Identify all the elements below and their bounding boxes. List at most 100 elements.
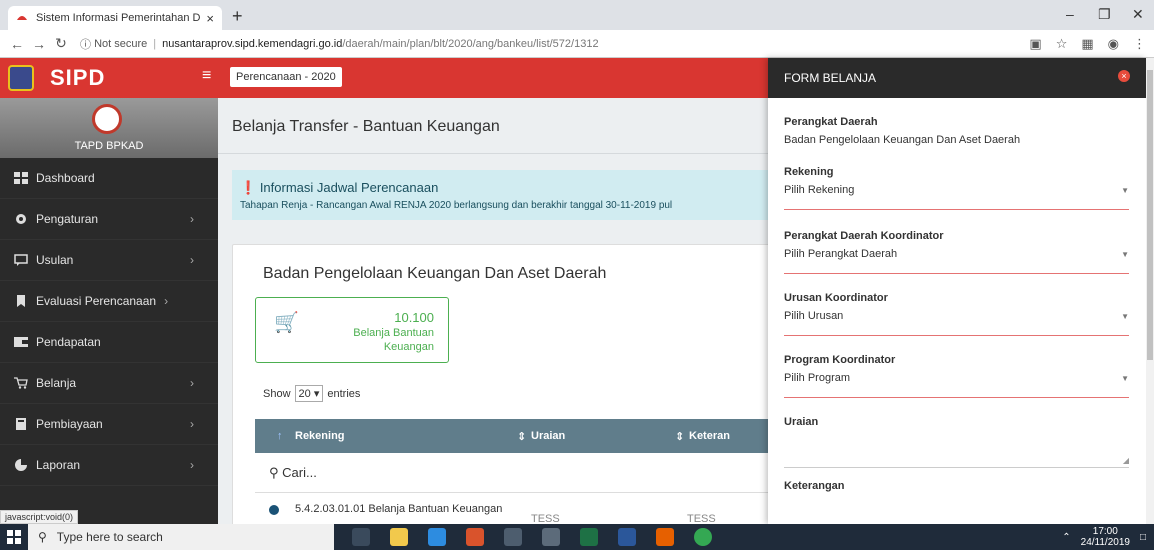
new-tab-button[interactable]: + xyxy=(232,6,243,27)
row-info-icon[interactable] xyxy=(269,505,279,515)
omnibox[interactable]: ⓘ Not secure | nusantaraprov.sipd.kemend… xyxy=(80,36,599,52)
field-label: Perangkat Daerah xyxy=(784,116,878,128)
page-title: Belanja Transfer - Bantuan Keuangan xyxy=(218,98,768,154)
info-alert: ❗ Informasi Jadwal Perencanaan Tahapan R… xyxy=(232,170,768,220)
form-scrollbar[interactable] xyxy=(1146,58,1154,524)
column-header-rekening[interactable]: Rekening xyxy=(295,430,345,442)
sidebar-item-pengaturan[interactable]: Pengaturan › xyxy=(0,199,218,240)
back-icon[interactable]: ← xyxy=(6,36,28,52)
reload-icon[interactable]: ↻ xyxy=(50,35,72,52)
profile-panel: TAPD BPKAD xyxy=(0,98,218,158)
sidebar-item-pembiayaan[interactable]: Pembiayaan › xyxy=(0,404,218,445)
sort-asc-icon[interactable]: ↑ xyxy=(277,430,283,442)
bookmark-star-icon[interactable]: ☆ xyxy=(1056,36,1068,52)
stat-box[interactable]: 🛒 10.100 Belanja Bantuan Keuangan xyxy=(255,297,449,363)
chevron-right-icon: › xyxy=(164,294,169,308)
wallet-icon xyxy=(14,337,28,347)
cart-icon xyxy=(14,377,28,389)
browser-toolbar: ▣ ☆ ▦ ◉ ⋮ xyxy=(1029,36,1146,52)
uraian-textarea[interactable]: ◢ xyxy=(784,434,1129,468)
keterangan-textarea[interactable] xyxy=(784,498,1129,524)
rekening-select[interactable]: Pilih Rekening ▼ xyxy=(784,184,1129,210)
close-icon[interactable]: × xyxy=(1118,70,1130,82)
field-pd-koordinator: Perangkat Daerah Koordinator Pilih Peran… xyxy=(784,230,1129,274)
brand-header[interactable]: SIPD xyxy=(0,58,218,98)
column-header-uraian[interactable]: Uraian xyxy=(531,430,565,442)
dashboard-icon xyxy=(14,172,28,184)
clock[interactable]: 17:00 24/11/2019 xyxy=(1081,526,1130,548)
file-explorer-icon[interactable] xyxy=(390,528,408,546)
sidebar-menu: Dashboard Pengaturan › Usulan › Evaluasi… xyxy=(0,158,218,486)
window-close-icon[interactable]: ✕ xyxy=(1132,6,1144,23)
table-search-row[interactable]: ⚲ Cari... xyxy=(255,453,768,493)
column-header-keterangan[interactable]: Keteran xyxy=(689,430,730,442)
taskbar-search-placeholder: Type here to search xyxy=(56,530,163,544)
field-urusan-koordinator: Urusan Koordinator Pilih Urusan ▼ xyxy=(784,292,1129,336)
taskbar-search[interactable]: ⚲ Type here to search xyxy=(28,524,334,550)
avatar[interactable] xyxy=(92,104,122,134)
entries-select[interactable]: 20 ▾ xyxy=(294,385,324,402)
sort-icon[interactable]: ⇕ xyxy=(517,430,526,443)
windows-taskbar: ⚲ Type here to search ⌃ 17:00 24/11/2019… xyxy=(0,524,1154,550)
sidebar-item-evaluasi[interactable]: Evaluasi Perencanaan › xyxy=(0,281,218,322)
period-button[interactable]: Perencanaan - 2020 xyxy=(230,67,342,87)
store-icon[interactable] xyxy=(504,528,522,546)
form-header: FORM BELANJA × xyxy=(768,58,1146,98)
mail-icon[interactable] xyxy=(542,528,560,546)
comment-icon xyxy=(14,254,28,266)
program-select[interactable]: Pilih Program ▼ xyxy=(784,372,1129,398)
pd-koordinator-select[interactable]: Pilih Perangkat Daerah ▼ xyxy=(784,248,1129,274)
sidebar-item-usulan[interactable]: Usulan › xyxy=(0,240,218,281)
windows-start-icon[interactable] xyxy=(6,529,22,545)
sidebar-item-dashboard[interactable]: Dashboard xyxy=(0,158,218,199)
content-card: Badan Pengelolaan Keuangan Dan Aset Daer… xyxy=(232,244,768,524)
table-row[interactable]: 5.4.2.03.01.01 Belanja Bantuan Keuangan … xyxy=(255,495,768,524)
field-label: Program Koordinator xyxy=(784,354,896,366)
profile-icon[interactable]: ◉ xyxy=(1108,36,1119,52)
menu-dots-icon[interactable]: ⋮ xyxy=(1133,36,1146,52)
notification-icon[interactable]: □ xyxy=(1140,532,1146,543)
sort-icon[interactable]: ⇕ xyxy=(675,430,684,443)
forward-icon[interactable]: → xyxy=(28,36,50,52)
logo-icon xyxy=(8,65,34,91)
task-view-icon[interactable] xyxy=(352,528,370,546)
tray-expand-icon[interactable]: ⌃ xyxy=(1062,532,1070,543)
caret-down-icon: ▼ xyxy=(1121,374,1129,383)
sidebar-item-pendapatan[interactable]: Pendapatan xyxy=(0,322,218,363)
tab-close-icon[interactable]: × xyxy=(206,11,214,26)
omnibox-divider: | xyxy=(153,37,157,50)
resize-grip-icon[interactable]: ◢ xyxy=(1123,456,1129,465)
powerpoint-icon[interactable] xyxy=(466,528,484,546)
select-value: Pilih Rekening xyxy=(784,184,855,196)
stat-value: 10.100 xyxy=(394,310,434,325)
field-label: Uraian xyxy=(784,416,819,428)
chevron-right-icon: › xyxy=(190,376,194,390)
brand-name: SIPD xyxy=(50,65,106,90)
site-favicon-icon xyxy=(17,16,27,20)
word-icon[interactable] xyxy=(618,528,636,546)
edge-icon[interactable] xyxy=(428,528,446,546)
chrome-icon[interactable] xyxy=(694,528,712,546)
search-input[interactable]: Cari... xyxy=(282,465,317,480)
minimize-icon[interactable]: – xyxy=(1066,6,1074,22)
address-bar: ← → ↻ ⓘ Not secure | nusantaraprov.sipd.… xyxy=(0,30,1154,58)
show-entries: Show 20 ▾ entries xyxy=(263,385,360,402)
sidebar-item-belanja[interactable]: Belanja › xyxy=(0,363,218,404)
browser-tab[interactable]: Sistem Informasi Pemerintahan D × xyxy=(8,6,222,30)
sidebar-item-laporan[interactable]: Laporan › xyxy=(0,445,218,486)
restore-icon[interactable]: ❐ xyxy=(1098,6,1111,23)
clock-time: 17:00 xyxy=(1092,526,1118,537)
extension-icon[interactable]: ▦ xyxy=(1081,36,1093,52)
urusan-select[interactable]: Pilih Urusan ▼ xyxy=(784,310,1129,336)
info-icon[interactable]: ⓘ xyxy=(80,36,94,52)
translate-icon[interactable]: ▣ xyxy=(1029,36,1041,52)
scrollbar-thumb[interactable] xyxy=(1147,70,1153,360)
excel-icon[interactable] xyxy=(580,528,598,546)
taskbar-apps xyxy=(352,528,712,546)
clock-date: 24/11/2019 xyxy=(1080,537,1130,548)
firefox-icon[interactable] xyxy=(656,528,674,546)
chevron-right-icon: › xyxy=(190,212,194,226)
hamburger-icon[interactable]: ≡ xyxy=(202,67,211,85)
sidebar-item-label: Pengaturan xyxy=(36,212,99,226)
cell-rekening: 5.4.2.03.01.01 Belanja Bantuan Keuangan xyxy=(295,503,503,515)
